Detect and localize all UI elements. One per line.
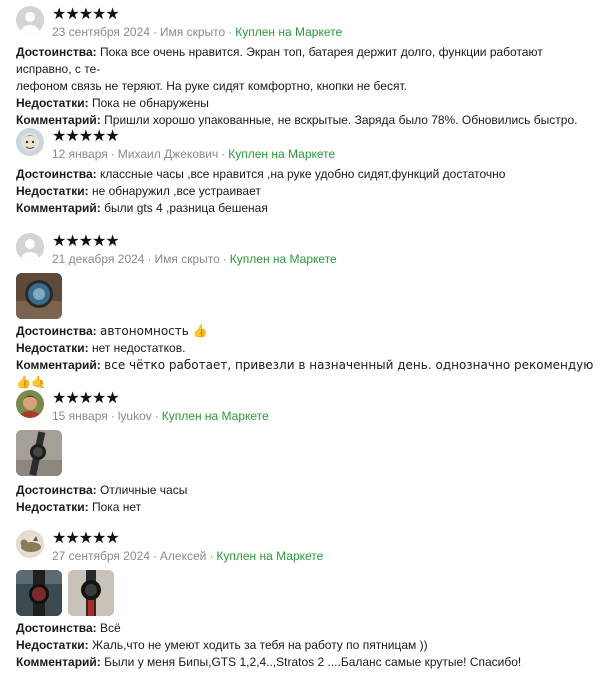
advantages-text: Отличные часы bbox=[100, 483, 188, 497]
review-photo[interactable] bbox=[68, 570, 114, 616]
user-photo-avatar-icon bbox=[16, 128, 44, 156]
advantages-label: Достоинства: bbox=[16, 45, 97, 59]
review-card: ★★★★★ 21 декабря 2024 · Имя скрыто · Куплен … bbox=[16, 233, 596, 391]
disadvantages-line: Недостатки: не обнаружил ,все устраивает bbox=[16, 183, 596, 200]
disadvantages-text: Жаль,что не умеют ходить за тебя на рабо… bbox=[91, 638, 428, 652]
review-card: ★★★★★ 12 января · Михаил Джекович · Куплен н… bbox=[16, 128, 596, 217]
comment-text: Пришли хорошо упакованные, не вскрытые. … bbox=[104, 113, 578, 127]
review-author[interactable]: Алексей bbox=[160, 549, 206, 563]
rating-stars: ★★★★★ bbox=[52, 231, 120, 250]
review-author[interactable]: Имя скрыто bbox=[160, 25, 225, 39]
comment-text: были gts 4 ,разница бешеная bbox=[104, 201, 268, 215]
advantages-line: Достоинства: Всё bbox=[16, 620, 596, 637]
review-meta: 23 сентября 2024 · Имя скрыто · Куплен на Ма… bbox=[52, 25, 343, 39]
default-avatar-icon bbox=[16, 233, 44, 261]
review-card: ★★★★★ 15 января · lyukov · Куплен на Маркете… bbox=[16, 390, 596, 516]
review-header: ★★★★★ 27 сентября 2024 · Алексей · Куплен на… bbox=[16, 530, 596, 568]
comment-line: Комментарий: были gts 4 ,разница бешеная bbox=[16, 200, 596, 217]
comment-text: Были у меня Бипы,GTS 1,2,4..,Stratos 2 .… bbox=[104, 655, 522, 669]
disadvantages-text: не обнаружил ,все устраивает bbox=[91, 184, 261, 198]
advantages-line-cont: лефоном связь не теряют. На руке сидят к… bbox=[16, 79, 407, 93]
rating-stars: ★★★★★ bbox=[52, 388, 120, 407]
review-meta: 12 января · Михаил Джекович · Куплен на Марк… bbox=[52, 147, 336, 161]
disadvantages-text: нет недостатков. bbox=[91, 341, 186, 355]
watch-photo-icon bbox=[16, 570, 62, 616]
user-photo-avatar-icon bbox=[16, 390, 44, 418]
rating-stars: ★★★★★ bbox=[52, 126, 120, 145]
rating-stars: ★★★★★ bbox=[52, 528, 120, 547]
advantages-label: Достоинства: bbox=[16, 167, 97, 181]
review-photo[interactable] bbox=[16, 430, 62, 476]
review-meta: 27 сентября 2024 · Алексей · Куплен на Марке… bbox=[52, 549, 324, 563]
review-date: 23 сентября 2024 bbox=[52, 25, 150, 39]
disadvantages-line: Недостатки: Жаль,что не умеют ходить за … bbox=[16, 637, 596, 654]
review-photo[interactable] bbox=[16, 570, 62, 616]
advantages-line: Достоинства: Отличные часы bbox=[16, 482, 596, 499]
advantages-label: Достоинства: bbox=[16, 324, 97, 338]
bought-badge: Куплен на Маркете bbox=[229, 252, 337, 266]
user-photo-avatar-icon bbox=[16, 530, 44, 558]
review-card: ★★★★★ 23 сентября 2024 · Имя скрыто · Куплен… bbox=[16, 6, 596, 129]
avatar[interactable] bbox=[16, 128, 44, 156]
advantages-label: Достоинства: bbox=[16, 483, 97, 497]
review-card: ★★★★★ 27 сентября 2024 · Алексей · Куплен на… bbox=[16, 530, 596, 671]
comment-label: Комментарий: bbox=[16, 113, 101, 127]
advantages-text: Всё bbox=[100, 621, 121, 635]
review-author[interactable]: Михаил Джекович bbox=[118, 147, 219, 161]
comment-line: Комментарий: Были у меня Бипы,GTS 1,2,4.… bbox=[16, 654, 596, 671]
advantages-text: автономность 👍 bbox=[100, 324, 208, 338]
comment-label: Комментарий: bbox=[16, 201, 101, 215]
disadvantages-text: Пока нет bbox=[91, 500, 142, 514]
disadvantages-line: Недостатки: нет недостатков. bbox=[16, 340, 596, 357]
advantages-label: Достоинства: bbox=[16, 621, 97, 635]
comment-text: все чётко работает, привезли в назначенн… bbox=[16, 358, 594, 389]
advantages-line: Достоинства: классные часы ,все нравится… bbox=[16, 166, 596, 183]
comment-line: Комментарий: все чётко работает, привезл… bbox=[16, 357, 596, 391]
comment-label: Комментарий: bbox=[16, 655, 101, 669]
review-header: ★★★★★ 21 декабря 2024 · Имя скрыто · Куплен … bbox=[16, 233, 596, 271]
default-avatar-icon bbox=[16, 6, 44, 34]
review-date: 21 декабря 2024 bbox=[52, 252, 145, 266]
disadvantages-line: Недостатки: Пока не обнаружены bbox=[16, 95, 596, 112]
watch-photo-icon bbox=[68, 570, 114, 616]
advantages-line: Достоинства: автономность 👍 bbox=[16, 323, 596, 340]
bought-badge: Куплен на Маркете bbox=[161, 409, 269, 423]
disadvantages-label: Недостатки: bbox=[16, 96, 89, 110]
avatar[interactable] bbox=[16, 6, 44, 34]
review-header: ★★★★★ 23 сентября 2024 · Имя скрыто · Куплен… bbox=[16, 6, 596, 44]
review-photos bbox=[16, 430, 596, 476]
review-meta: 21 декабря 2024 · Имя скрыто · Куплен на Мар… bbox=[52, 252, 337, 266]
watch-photo-icon bbox=[16, 273, 62, 319]
review-date: 27 сентября 2024 bbox=[52, 549, 150, 563]
review-author[interactable]: lyukov bbox=[118, 409, 152, 423]
advantages-text: классные часы ,все нравится ,на руке удо… bbox=[100, 167, 506, 181]
review-date: 15 января bbox=[52, 409, 108, 423]
bought-badge: Куплен на Маркете bbox=[228, 147, 336, 161]
review-author[interactable]: Имя скрыто bbox=[154, 252, 219, 266]
review-header: ★★★★★ 15 января · lyukov · Куплен на Маркете bbox=[16, 390, 596, 428]
watch-photo-icon bbox=[16, 430, 62, 476]
disadvantages-text: Пока не обнаружены bbox=[91, 96, 209, 110]
review-date: 12 января bbox=[52, 147, 108, 161]
review-photo[interactable] bbox=[16, 273, 62, 319]
bought-badge: Куплен на Маркете bbox=[216, 549, 324, 563]
review-header: ★★★★★ 12 января · Михаил Джекович · Куплен н… bbox=[16, 128, 596, 166]
disadvantages-label: Недостатки: bbox=[16, 341, 89, 355]
review-meta: 15 января · lyukov · Куплен на Маркете bbox=[52, 409, 269, 423]
disadvantages-label: Недостатки: bbox=[16, 500, 89, 514]
advantages-line: Достоинства: Пока все очень нравится. Эк… bbox=[16, 44, 596, 78]
avatar[interactable] bbox=[16, 390, 44, 418]
comment-label: Комментарий: bbox=[16, 358, 101, 372]
review-photos bbox=[16, 570, 596, 616]
disadvantages-line: Недостатки: Пока нет bbox=[16, 499, 596, 516]
rating-stars: ★★★★★ bbox=[52, 4, 120, 23]
disadvantages-label: Недостатки: bbox=[16, 638, 89, 652]
avatar[interactable] bbox=[16, 530, 44, 558]
review-photos bbox=[16, 273, 596, 319]
avatar[interactable] bbox=[16, 233, 44, 261]
disadvantages-label: Недостатки: bbox=[16, 184, 89, 198]
bought-badge: Куплен на Маркете bbox=[235, 25, 343, 39]
